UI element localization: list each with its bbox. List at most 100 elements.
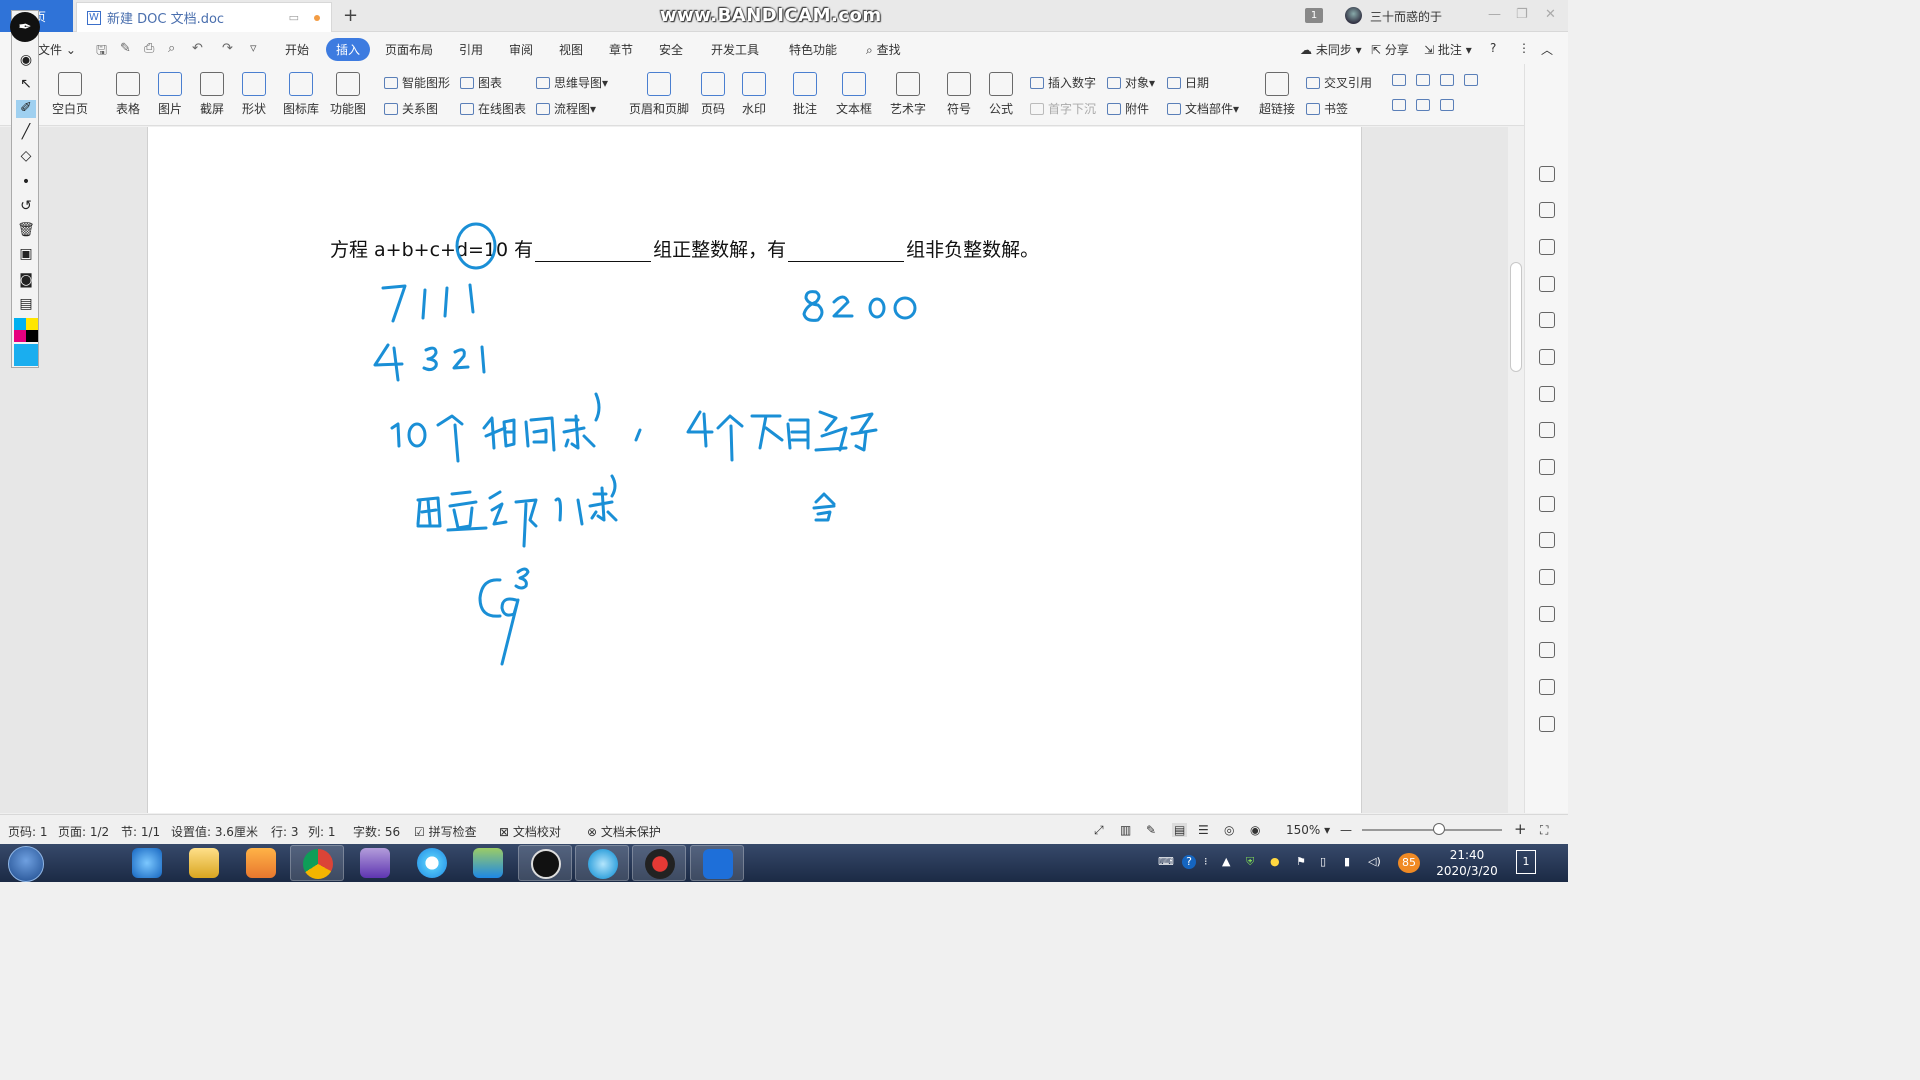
- cursor-icon[interactable]: ↖: [16, 76, 36, 94]
- status-bar: 页码: 1 页面: 1/2 节: 1/1 设置值: 3.6厘米 行: 3 列: …: [0, 814, 1568, 844]
- protect-button[interactable]: ⊗ 文档未保护: [587, 823, 661, 840]
- ime-icon[interactable]: ⁝: [1204, 855, 1208, 868]
- proofread-button[interactable]: ⊠ 文档校对: [499, 823, 561, 840]
- download-icon[interactable]: [1539, 642, 1555, 658]
- gallery-icon[interactable]: [1539, 459, 1555, 475]
- scrollbar-thumb[interactable]: [1510, 262, 1522, 372]
- color-cyan-swatch[interactable]: [14, 318, 26, 330]
- taskbar-player[interactable]: [234, 845, 288, 881]
- taskbar-pen-app[interactable]: [518, 845, 572, 881]
- write-mode-icon[interactable]: ✎: [1146, 823, 1156, 837]
- start-button[interactable]: [8, 846, 44, 882]
- spell-check-button[interactable]: ☑ 拼写检查: [414, 823, 477, 840]
- taskbar-chrome[interactable]: [290, 845, 344, 881]
- ink-text-line2: [416, 474, 836, 548]
- vertical-scrollbar[interactable]: [1508, 127, 1524, 813]
- more-icon[interactable]: ⋮: [1518, 41, 1530, 55]
- taskbar-ie[interactable]: [120, 845, 174, 881]
- security-tray-icon[interactable]: ⛨: [1246, 855, 1254, 869]
- eye-protect-icon[interactable]: ◉: [1250, 823, 1260, 837]
- web-view-icon[interactable]: ◎: [1224, 823, 1234, 837]
- taskbar-app1[interactable]: [348, 845, 402, 881]
- clipboard-icon[interactable]: ▤: [16, 296, 36, 314]
- color-black-swatch[interactable]: [26, 330, 38, 342]
- status-col: 列: 1: [308, 825, 336, 839]
- undo-pen-icon[interactable]: ↺: [16, 198, 36, 216]
- outline-view-icon[interactable]: ☰: [1198, 823, 1209, 837]
- ink-text-line1: [390, 392, 878, 463]
- zoom-out-button[interactable]: —: [1340, 823, 1352, 837]
- taskbar-wps[interactable]: [690, 845, 744, 881]
- handwriting-annotations: [373, 222, 917, 666]
- status-section: 节: 1/1: [121, 825, 161, 839]
- chart-panel-icon[interactable]: [1539, 386, 1555, 402]
- taskbar-video[interactable]: [461, 845, 515, 881]
- eye-icon[interactable]: ◉: [16, 52, 36, 70]
- page-view-icon[interactable]: ▤: [1172, 823, 1188, 837]
- cloud-app-icon: [417, 848, 447, 878]
- current-color-swatch[interactable]: [14, 344, 38, 366]
- collapse-ribbon-icon[interactable]: ︿: [1541, 41, 1553, 58]
- ink-c93: [478, 567, 530, 666]
- taskbar-bandicam[interactable]: [632, 845, 686, 881]
- flag-tray-icon[interactable]: ⚑: [1296, 855, 1306, 868]
- network-icon[interactable]: ▮: [1344, 855, 1350, 868]
- zoom-slider[interactable]: [1362, 829, 1502, 831]
- color-magenta-swatch[interactable]: [14, 330, 26, 342]
- zoom-level[interactable]: 150% ▾: [1286, 823, 1330, 837]
- dot-size-icon[interactable]: •: [16, 174, 36, 192]
- play-icon: [473, 848, 503, 878]
- zoom-in-button[interactable]: +: [1514, 820, 1527, 838]
- settings-icon[interactable]: [1539, 422, 1555, 438]
- taskbar-explorer[interactable]: [177, 845, 231, 881]
- keyboard-icon[interactable]: ⌨: [1158, 855, 1174, 868]
- pen-icon[interactable]: ╱: [16, 124, 36, 142]
- player-icon: [246, 848, 276, 878]
- tray-expand-icon[interactable]: ▲: [1222, 855, 1230, 868]
- highlighter-icon[interactable]: ✐: [16, 100, 36, 118]
- eraser-icon[interactable]: ◇: [16, 148, 36, 166]
- close-icon[interactable]: ✕: [1545, 7, 1556, 22]
- shapes-icon[interactable]: [1539, 276, 1555, 292]
- export-icon[interactable]: [1539, 496, 1555, 512]
- ink-4321: [373, 343, 486, 382]
- select-icon[interactable]: [1539, 202, 1555, 218]
- fit-window-icon[interactable]: ⛶: [1540, 823, 1548, 838]
- color-yellow-swatch[interactable]: [26, 318, 38, 330]
- status-row: 行: 3: [271, 825, 299, 839]
- device-tray-icon[interactable]: ▯: [1320, 855, 1326, 868]
- trash-icon[interactable]: 🗑: [16, 222, 36, 240]
- bird-app-icon: [360, 848, 390, 878]
- status-pages[interactable]: 页面: 1/2: [58, 823, 109, 840]
- volume-icon[interactable]: ◁): [1368, 855, 1381, 868]
- green-tray-icon[interactable]: ●: [1270, 855, 1280, 868]
- status-words[interactable]: 字数: 56: [353, 823, 400, 840]
- status-page: 页码: 1: [8, 825, 48, 839]
- monitor-pen-icon[interactable]: ▣: [16, 246, 36, 264]
- camera-icon[interactable]: ◙: [16, 272, 36, 290]
- notification-icon[interactable]: 1: [1516, 850, 1536, 874]
- status-setting[interactable]: 设置值: 3.6厘米: [171, 823, 258, 840]
- archive-icon[interactable]: [1539, 569, 1555, 585]
- format-icon[interactable]: [1539, 312, 1555, 328]
- record-icon: [645, 849, 675, 879]
- maximize-icon[interactable]: ❐: [1516, 7, 1528, 22]
- taskbar-baidu[interactable]: [405, 845, 459, 881]
- image-icon[interactable]: [1539, 606, 1555, 622]
- help-tray-icon[interactable]: ?: [1182, 855, 1196, 869]
- fullscreen-icon[interactable]: ⤢: [1094, 823, 1104, 838]
- style-icon[interactable]: [1539, 239, 1555, 255]
- circle-mark: [455, 222, 497, 270]
- translate-icon[interactable]: [1539, 532, 1555, 548]
- help-panel-icon[interactable]: [1539, 716, 1555, 732]
- system-clock[interactable]: 21:40 2020/3/20: [1432, 847, 1502, 879]
- edit-icon[interactable]: [1539, 166, 1555, 182]
- apps-icon[interactable]: [1539, 349, 1555, 365]
- battery-badge[interactable]: 85: [1398, 853, 1420, 873]
- taskbar-search-app[interactable]: [575, 845, 629, 881]
- zoom-slider-knob[interactable]: [1433, 823, 1445, 835]
- read-mode-icon[interactable]: ▥: [1120, 823, 1131, 837]
- pen-app-icon: [531, 849, 561, 879]
- history-icon[interactable]: [1539, 679, 1555, 695]
- pen-app-logo-icon[interactable]: ✒: [10, 12, 40, 42]
